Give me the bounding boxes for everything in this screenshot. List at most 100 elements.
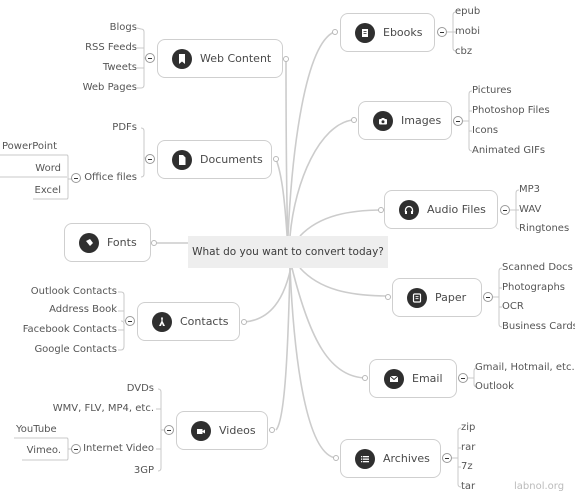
topic-documents[interactable]: Documents [157,140,272,179]
collapse-toggle[interactable] [458,373,468,383]
leaf-scanned-docs[interactable]: Scanned Docs [502,262,573,274]
connector-audio [299,209,385,237]
leaf-outlook-contacts[interactable]: Outlook Contacts [31,286,117,298]
topic-label: Fonts [107,236,137,249]
topic-label: Paper [435,291,467,304]
leaf-internet-video[interactable]: Internet Video [83,443,154,455]
topic-audio-files[interactable]: Audio Files [384,190,498,229]
collapse-toggle[interactable] [453,116,463,126]
leaf-gmail-hotmail[interactable]: Gmail, Hotmail, etc. [475,362,575,374]
topic-label: Images [401,114,442,127]
leaf-photographs[interactable]: Photographs [502,282,565,294]
topic-label: Ebooks [383,26,423,39]
watermark: labnol.org [514,481,565,492]
connector-email [291,267,368,379]
leaf-pdfs[interactable]: PDFs [112,122,137,134]
leaf-7z[interactable]: 7z [461,461,473,473]
connector-dot [273,156,279,162]
topic-paper[interactable]: Paper [392,278,482,317]
leaf-youtube[interactable]: YouTube [16,424,57,436]
leaf-google-contacts[interactable]: Google Contacts [34,344,117,356]
video-camera-icon [191,420,211,441]
collapse-toggle[interactable] [145,53,155,63]
connector-dot [351,117,357,123]
collapse-toggle[interactable] [483,292,493,302]
connector-dot [385,294,391,300]
topic-fonts[interactable]: Fonts [64,223,151,262]
leaf-animated-gifs[interactable]: Animated GIFs [472,145,545,157]
leaf-ringtones[interactable]: Ringtones [519,223,569,235]
topic-label: Web Content [200,52,272,65]
connector-dot [269,427,275,433]
leaf-web-pages[interactable]: Web Pages [83,82,137,94]
leaf-mobi[interactable]: mobi [455,26,480,38]
collapse-toggle[interactable] [71,444,81,454]
leaf-zip[interactable]: zip [461,422,475,434]
leaf-facebook-contacts[interactable]: Facebook Contacts [23,324,117,336]
leaf-icons[interactable]: Icons [472,125,498,137]
topic-archives[interactable]: Archives [340,439,441,478]
topic-images[interactable]: Images [358,101,452,140]
list-icon [355,448,375,469]
pen-nib-icon [79,232,99,253]
collapse-toggle[interactable] [71,173,81,183]
topic-videos[interactable]: Videos [176,411,268,450]
collapse-toggle[interactable] [125,316,135,326]
topic-web-content[interactable]: Web Content [157,39,283,78]
topic-label: Videos [219,424,256,437]
leaf-business-cards[interactable]: Business Cards [502,321,575,333]
leaf-tar[interactable]: tar [461,481,475,493]
leaf-mp3[interactable]: MP3 [519,184,540,196]
leaf-tweets[interactable]: Tweets [103,62,137,74]
topic-label: Audio Files [427,203,486,216]
leaf-ocr[interactable]: OCR [502,301,524,313]
topic-email[interactable]: Email [369,359,457,398]
leaf-excel[interactable]: Excel [35,185,62,197]
leaf-wmv-flv-mp4[interactable]: WMV, FLV, MP4, etc. [53,403,154,415]
leaf-office-files[interactable]: Office files [84,172,137,184]
leaf-photoshop-files[interactable]: Photoshop Files [472,105,550,117]
connector-dot [283,56,289,62]
collapse-toggle[interactable] [145,154,155,164]
connector-dot [332,29,338,35]
leaf-rss-feeds[interactable]: RSS Feeds [85,42,137,54]
paper-icon [407,287,427,308]
leaf-outlook[interactable]: Outlook [475,381,514,393]
collapse-toggle[interactable] [164,425,174,435]
connector-paper [299,267,391,297]
leaf-rar[interactable]: rar [461,442,475,454]
collapse-toggle[interactable] [442,453,452,463]
envelope-icon [384,368,404,389]
leaf-cbz[interactable]: cbz [455,46,472,58]
connector-images [289,119,353,237]
mind-map: What do you want to convert today? Web C… [0,0,575,500]
leaf-3gp[interactable]: 3GP [134,465,154,477]
topic-contacts[interactable]: Contacts [137,302,240,341]
leaf-address-book[interactable]: Address Book [49,304,117,316]
connector-dot [241,319,247,325]
connector-dot [333,455,339,461]
headphones-icon [399,199,419,220]
collapse-toggle[interactable] [500,205,510,215]
connector-dot [378,207,384,213]
person-icon [152,311,172,332]
connector-contacts [243,261,293,323]
connector-dot [151,240,157,246]
topic-label: Archives [383,452,430,465]
leaf-word[interactable]: Word [35,163,61,175]
leaf-vimeo[interactable]: Vimeo. [27,445,61,457]
connector-dot [362,375,368,381]
topic-ebooks[interactable]: Ebooks [340,13,435,52]
book-icon [355,22,375,43]
leaf-epub[interactable]: epub [455,6,480,18]
leaf-dvds[interactable]: DVDs [127,383,154,395]
connector-archives [289,267,337,459]
bookmark-icon [172,48,192,69]
leaf-blogs[interactable]: Blogs [110,22,137,34]
leaf-wav[interactable]: WAV [519,204,541,216]
central-topic[interactable]: What do you want to convert today? [188,236,388,268]
leaf-pictures[interactable]: Pictures [472,85,512,97]
collapse-toggle[interactable] [437,27,447,37]
leaf-powerpoint[interactable]: PowerPoint [2,141,57,153]
camera-icon [373,110,393,131]
